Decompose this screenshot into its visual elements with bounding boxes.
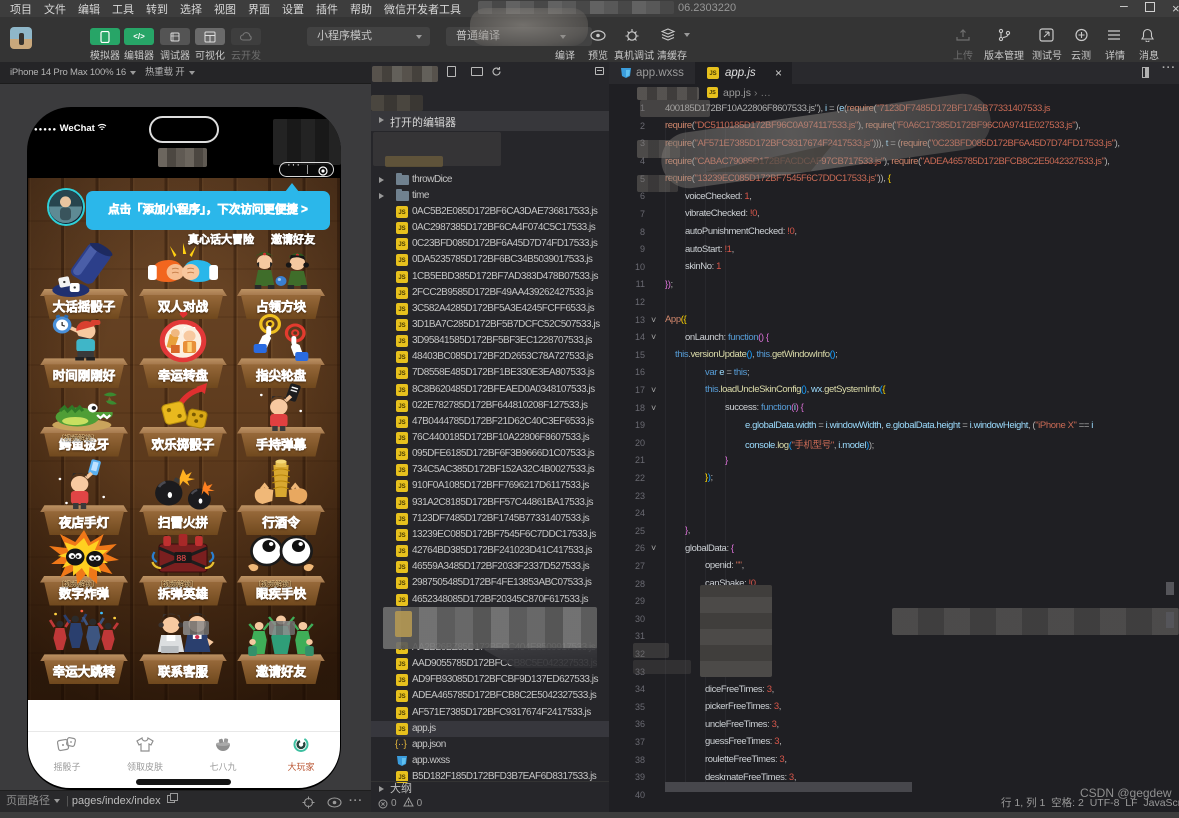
svg-text:88: 88 bbox=[176, 553, 186, 563]
